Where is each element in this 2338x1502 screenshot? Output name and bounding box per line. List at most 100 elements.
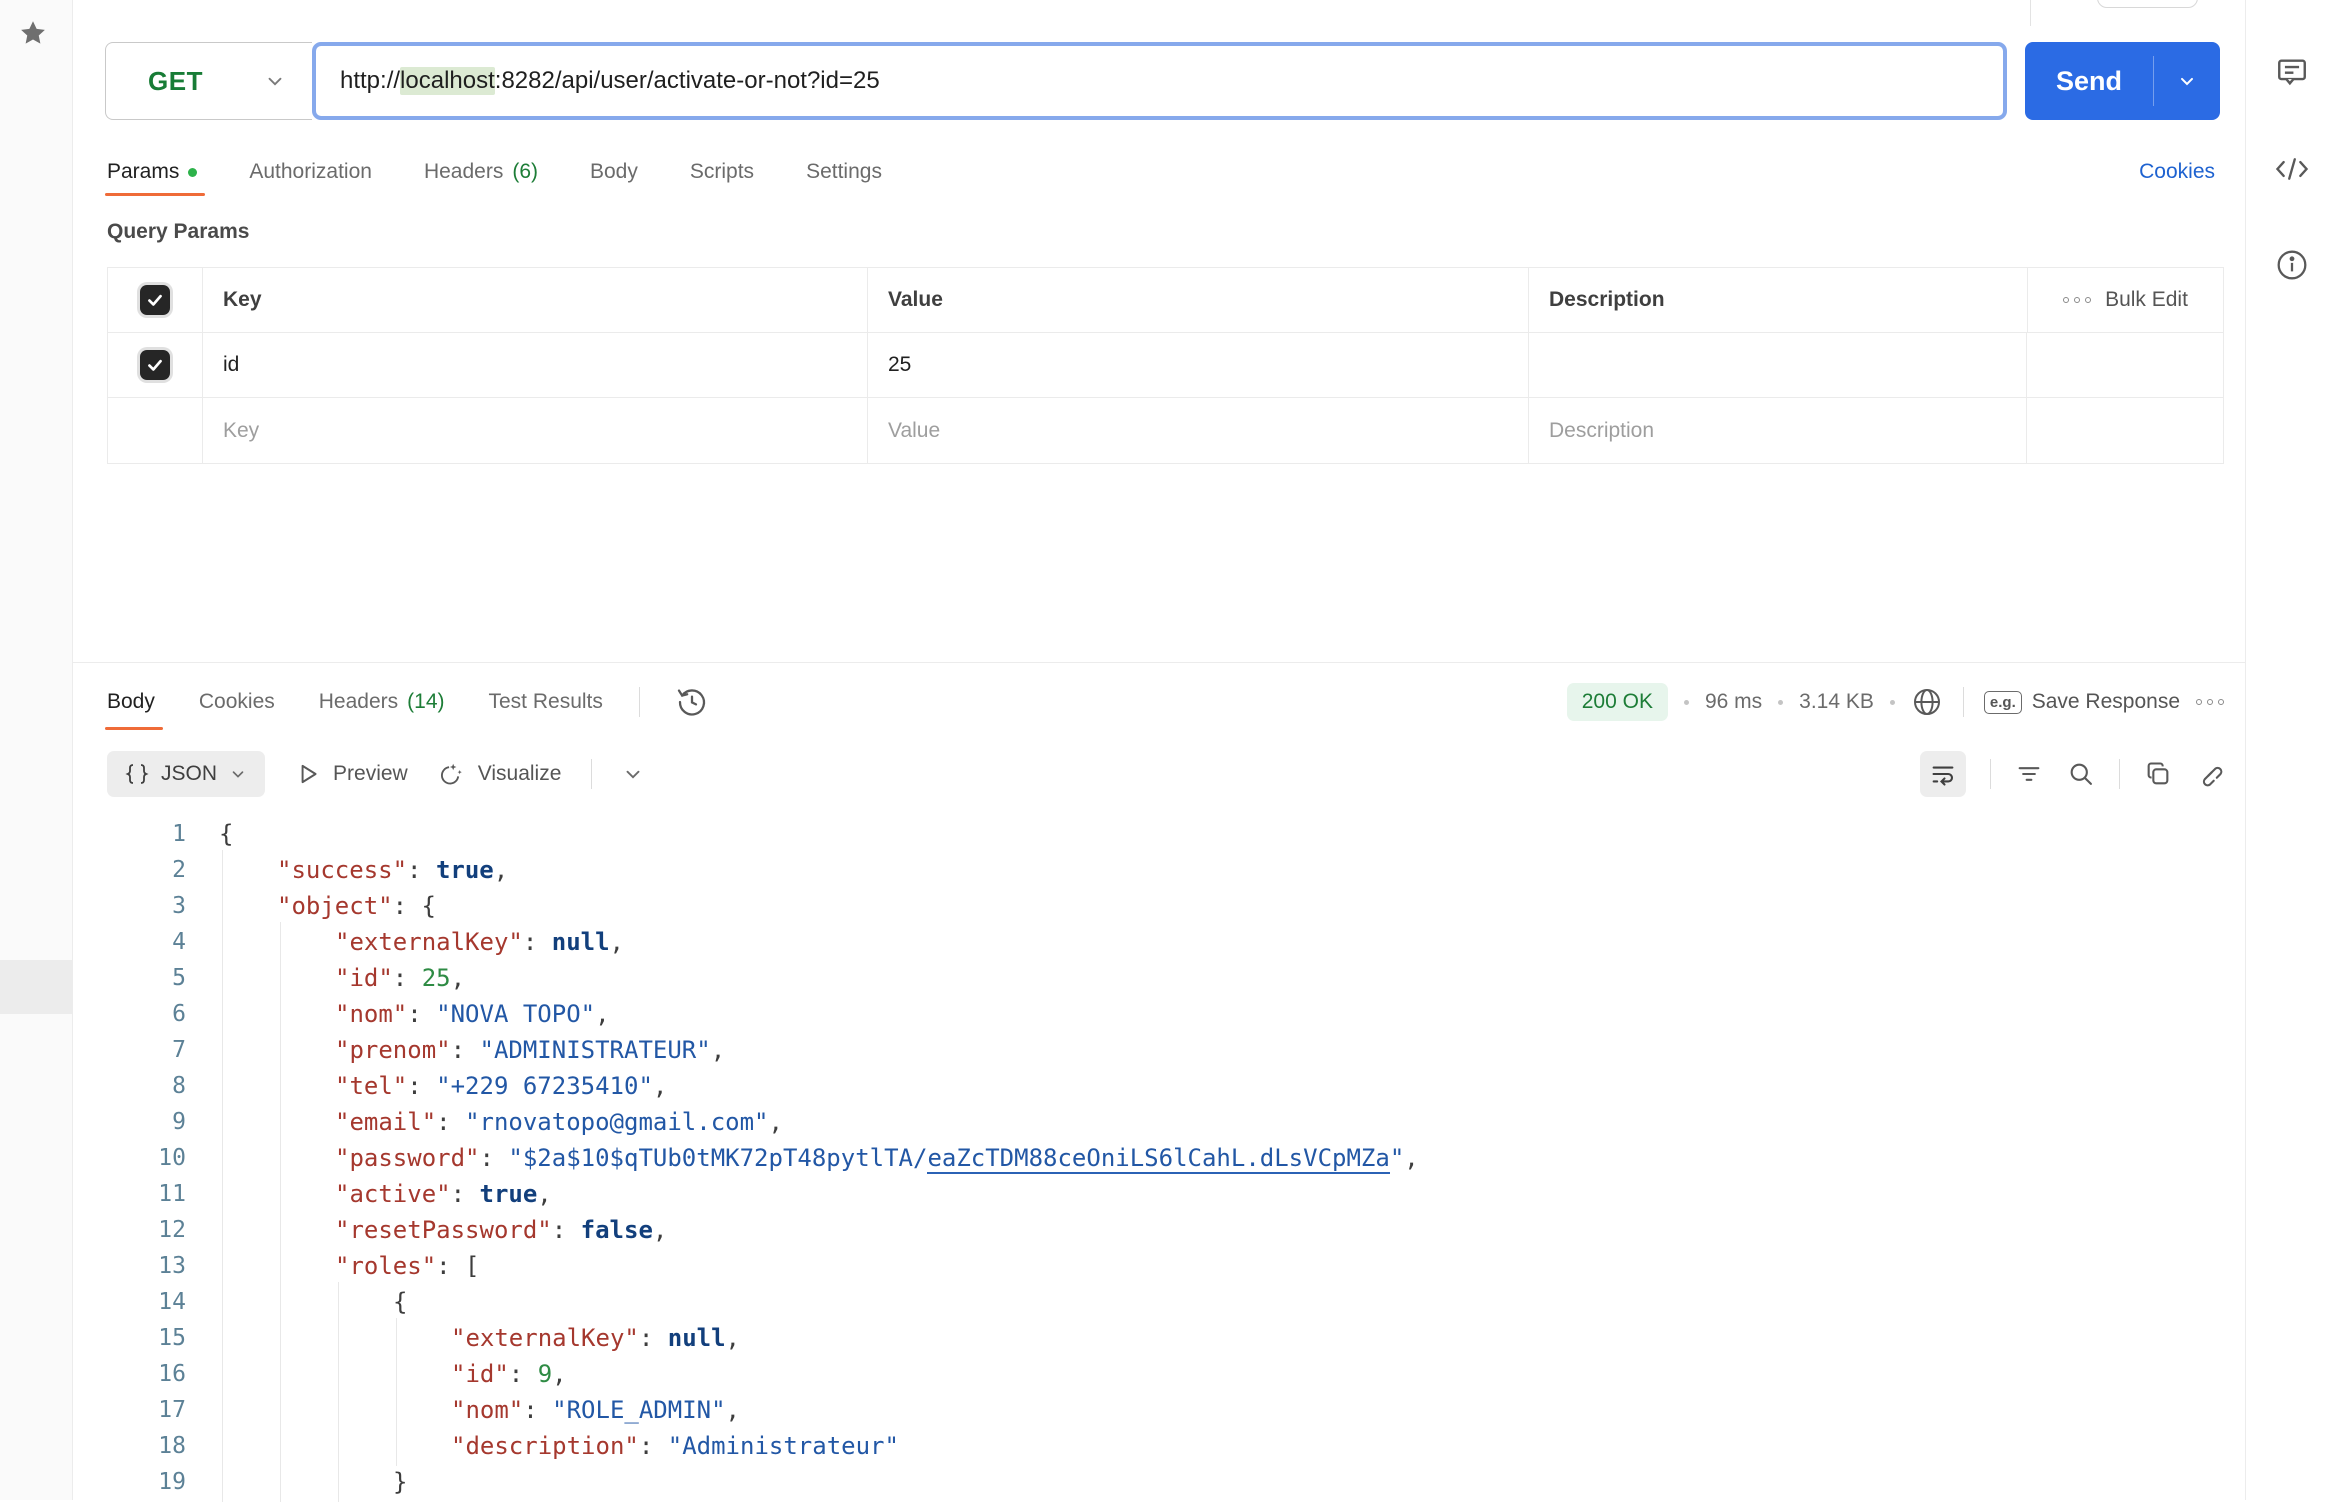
code-snippet-icon[interactable]: [2274, 152, 2310, 186]
line-number: 11: [73, 1181, 203, 1207]
tab-scripts[interactable]: Scripts: [690, 148, 754, 196]
tab-settings[interactable]: Settings: [806, 148, 882, 196]
param-value-cell[interactable]: 25: [867, 333, 1528, 397]
description-placeholder-cell[interactable]: Description: [1528, 398, 2027, 463]
response-body-code[interactable]: 1{2"success": true,3"object": {4"externa…: [73, 816, 2245, 1500]
line-number: 2: [73, 857, 203, 883]
wrap-text-button[interactable]: [1920, 751, 1966, 797]
send-button[interactable]: Send: [2025, 42, 2220, 120]
code-line: 12"resetPassword": false,: [73, 1212, 2245, 1248]
code-line: 5"id": 25,: [73, 960, 2245, 996]
query-params-title: Query Params: [107, 220, 249, 244]
info-icon[interactable]: [2275, 248, 2309, 282]
line-number: 6: [73, 1001, 203, 1027]
url-input[interactable]: http://localhost:8282/api/user/activate-…: [312, 42, 2007, 120]
tab-headers[interactable]: Headers (6): [424, 148, 538, 196]
format-select[interactable]: JSON: [107, 751, 265, 797]
send-options-button[interactable]: [2154, 42, 2220, 120]
key-placeholder-cell[interactable]: Key: [202, 398, 867, 463]
response-time[interactable]: 96 ms: [1705, 690, 1762, 714]
response-size[interactable]: 3.14 KB: [1799, 690, 1874, 714]
response-tab-test-results[interactable]: Test Results: [489, 674, 603, 730]
line-number: 4: [73, 929, 203, 955]
url-suffix: :8282/api/user/activate-or-not?id=25: [495, 67, 880, 95]
app: { "request": { "method": "GET", "url": {…: [0, 0, 2338, 1500]
wrap-text-icon: [1929, 760, 1957, 788]
table-row-empty: Key Value Description: [108, 398, 2223, 463]
response-more-actions-icon[interactable]: [2196, 699, 2224, 705]
more-actions-icon[interactable]: [2063, 297, 2091, 303]
chevron-down-icon: [2177, 71, 2197, 91]
url-prefix: http://: [340, 67, 400, 95]
search-icon[interactable]: [2067, 760, 2095, 788]
line-number: 9: [73, 1109, 203, 1135]
response-section-divider: [73, 662, 2245, 663]
chevron-down-icon: [264, 70, 286, 92]
line-number: 8: [73, 1073, 203, 1099]
select-all-checkbox[interactable]: [140, 285, 170, 315]
response-meta: 200 OK 96 ms 3.14 KB e.g. Save Response: [1567, 683, 2224, 721]
code-line: 7"prenom": "ADMINISTRATEUR",: [73, 1032, 2245, 1068]
line-number: 10: [73, 1145, 203, 1171]
tab-params[interactable]: Params: [107, 148, 197, 196]
code-line: 11"active": true,: [73, 1176, 2245, 1212]
line-number: 14: [73, 1289, 203, 1315]
cookies-link[interactable]: Cookies: [2139, 160, 2215, 184]
check-icon: [145, 290, 165, 310]
headers-count: (6): [512, 160, 538, 184]
code-line: 17"nom": "ROLE_ADMIN",: [73, 1392, 2245, 1428]
network-globe-icon[interactable]: [1911, 686, 1943, 718]
link-icon[interactable]: [2196, 760, 2224, 788]
line-number: 1: [73, 821, 203, 847]
line-number: 3: [73, 893, 203, 919]
request-tabs: Params Authorization Headers (6) Body Sc…: [107, 148, 2215, 196]
visualize-button[interactable]: Visualize: [438, 760, 562, 788]
column-header-description: Description: [1528, 268, 2027, 332]
bulk-edit-button[interactable]: Bulk Edit: [2105, 288, 2188, 312]
code-line: 6"nom": "NOVA TOPO",: [73, 996, 2245, 1032]
tab-authorization[interactable]: Authorization: [249, 148, 372, 196]
line-number: 18: [73, 1433, 203, 1459]
line-number: 5: [73, 965, 203, 991]
method-label: GET: [148, 66, 264, 97]
line-number: 12: [73, 1217, 203, 1243]
save-response-button[interactable]: e.g. Save Response: [1984, 690, 2180, 714]
param-description-cell[interactable]: [1528, 333, 2027, 397]
response-history-icon[interactable]: [676, 686, 708, 718]
top-toolbar-divider: [2030, 0, 2031, 26]
code-line: 2"success": true,: [73, 852, 2245, 888]
tab-body[interactable]: Body: [590, 148, 638, 196]
copy-icon[interactable]: [2144, 760, 2172, 788]
right-rail: [2245, 0, 2338, 1500]
query-params-table: Key Value Description Bulk Edit id 25 Ke…: [107, 267, 2224, 464]
row-checkbox[interactable]: [140, 350, 170, 380]
check-icon: [145, 355, 165, 375]
param-key-cell[interactable]: id: [202, 333, 867, 397]
chevron-down-icon: [229, 765, 247, 783]
send-label[interactable]: Send: [2025, 42, 2153, 120]
value-placeholder-cell[interactable]: Value: [867, 398, 1528, 463]
line-number: 16: [73, 1361, 203, 1387]
column-header-value: Value: [867, 268, 1528, 332]
response-tab-cookies[interactable]: Cookies: [199, 674, 275, 730]
left-rail: [0, 0, 73, 1500]
star-icon[interactable]: [18, 18, 48, 48]
line-number: 17: [73, 1397, 203, 1423]
filter-icon[interactable]: [2015, 760, 2043, 788]
status-badge[interactable]: 200 OK: [1567, 683, 1668, 721]
code-line: 14{: [73, 1284, 2245, 1320]
line-number: 19: [73, 1469, 203, 1495]
preview-button[interactable]: Preview: [295, 761, 408, 787]
table-row: id 25: [108, 333, 2223, 398]
save-button-partial[interactable]: [2097, 0, 2198, 8]
comments-icon[interactable]: [2275, 55, 2309, 89]
code-line: 13"roles": [: [73, 1248, 2245, 1284]
method-select[interactable]: GET: [105, 42, 312, 120]
response-tab-body[interactable]: Body: [107, 674, 155, 730]
rail-handle[interactable]: [0, 960, 72, 1014]
response-tab-headers[interactable]: Headers (14): [319, 674, 445, 730]
column-header-key: Key: [202, 268, 867, 332]
table-header-row: Key Value Description Bulk Edit: [108, 268, 2223, 333]
line-number: 15: [73, 1325, 203, 1351]
more-views-chevron[interactable]: [622, 763, 644, 785]
